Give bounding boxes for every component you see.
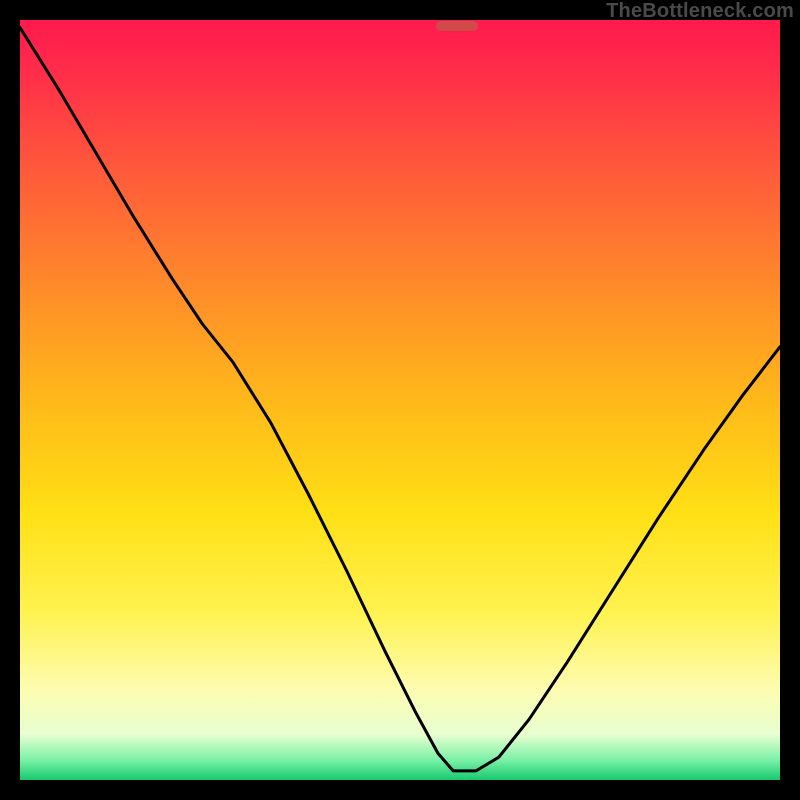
bottleneck-curve bbox=[20, 20, 780, 780]
chart-frame: TheBottleneck.com bbox=[0, 0, 800, 800]
curve-path bbox=[20, 28, 780, 771]
plot-area bbox=[20, 20, 780, 780]
